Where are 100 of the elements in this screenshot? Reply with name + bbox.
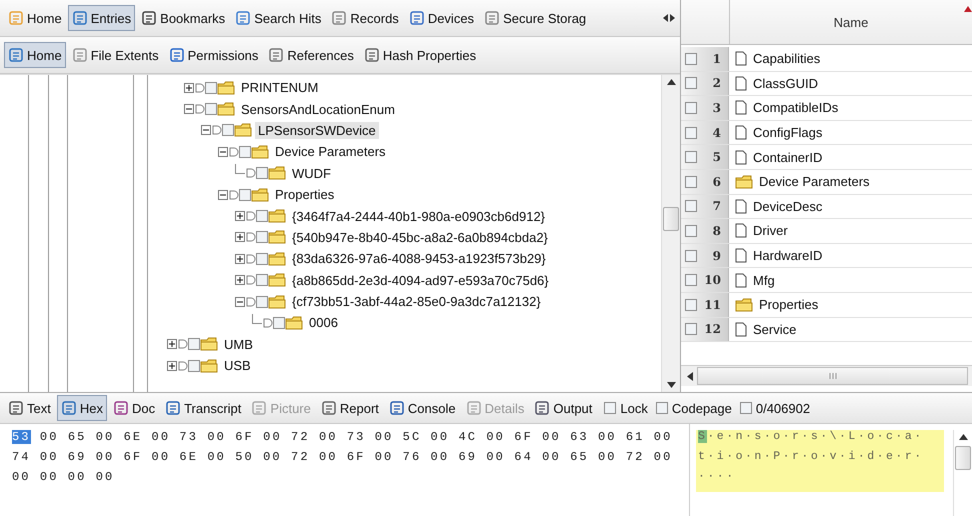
checkbox[interactable] — [685, 323, 697, 336]
checkbox[interactable] — [239, 146, 251, 158]
view-tab[interactable]: Text — [4, 395, 55, 421]
expand-icon[interactable] — [235, 211, 245, 222]
tree-item[interactable]: {83da6326-97a6-4088-9453-a1923f573b29} — [289, 250, 549, 268]
checkbox[interactable] — [239, 188, 251, 201]
checkbox[interactable] — [205, 82, 217, 94]
checkbox[interactable] — [685, 77, 697, 90]
main-tab[interactable]: Records — [327, 5, 403, 31]
checkbox[interactable] — [256, 296, 268, 308]
entry-name[interactable]: Driver — [753, 223, 788, 238]
collapse-icon[interactable] — [218, 146, 228, 157]
entry-name[interactable]: Capabilities — [753, 51, 820, 66]
entry-name[interactable]: DeviceDesc — [753, 198, 822, 214]
checkbox[interactable] — [685, 151, 697, 164]
scroll-left-icon[interactable] — [687, 372, 693, 380]
entry-name[interactable]: Service — [753, 322, 796, 337]
entry-name[interactable]: CompatibleIDs — [753, 100, 838, 116]
checkbox[interactable] — [656, 402, 668, 414]
checkbox[interactable] — [685, 176, 697, 188]
tree-item[interactable]: 0006 — [306, 314, 341, 332]
scroll-thumb[interactable] — [955, 446, 971, 470]
expand-icon[interactable] — [167, 360, 177, 371]
sub-tab[interactable]: Permissions — [164, 42, 262, 68]
checkbox[interactable] — [604, 402, 616, 414]
node-icon — [246, 275, 256, 286]
entry-name[interactable]: ConfigFlags — [753, 125, 822, 140]
checkbox[interactable] — [685, 52, 697, 65]
entry-name[interactable]: Properties — [759, 297, 818, 312]
entry-name[interactable]: ContainerID — [753, 150, 822, 165]
scroll-up-icon[interactable] — [666, 79, 676, 85]
expand-icon[interactable] — [235, 275, 245, 286]
tree-item[interactable]: {3464f7a4-2444-40b1-980a-e0903cb6d912} — [289, 208, 548, 225]
view-tab[interactable]: Output — [530, 395, 596, 421]
checkbox[interactable] — [685, 126, 697, 139]
scroll-up-icon[interactable] — [958, 434, 968, 440]
checkbox[interactable] — [256, 167, 268, 180]
checkbox[interactable] — [256, 274, 268, 286]
expand-icon[interactable] — [167, 339, 177, 350]
scroll-arrows-icon[interactable] — [662, 13, 676, 23]
checkbox[interactable] — [685, 102, 697, 114]
tree-item[interactable]: {540b947e-8b40-45bc-a8a2-6a0b894cbda2} — [289, 228, 551, 246]
checkbox[interactable] — [256, 231, 268, 244]
row-number: 7 — [712, 199, 721, 214]
tree-item[interactable]: {cf73bb51-3abf-44a2-85e0-9a3dc7a12132} — [289, 293, 544, 310]
view-tab[interactable]: Report — [316, 395, 383, 421]
sub-tab[interactable]: Hash Properties — [360, 42, 480, 68]
checkbox[interactable] — [685, 224, 697, 237]
tree-item[interactable]: Device Parameters — [272, 143, 389, 160]
checkbox[interactable] — [685, 250, 697, 262]
tree-item[interactable]: LPSensorSWDevice — [255, 122, 379, 139]
scroll-thumb[interactable] — [663, 206, 679, 230]
collapse-icon[interactable] — [201, 125, 211, 136]
file-icon — [735, 322, 747, 337]
entry-name[interactable]: Mfg — [753, 272, 775, 288]
scroll-down-icon[interactable] — [666, 382, 676, 388]
expand-icon[interactable] — [235, 254, 245, 264]
main-tab[interactable]: Entries — [68, 5, 136, 31]
tree-item[interactable]: UMB — [221, 336, 256, 353]
collapse-icon[interactable] — [218, 190, 228, 200]
folder-icon — [735, 174, 753, 189]
view-tab[interactable]: Hex — [56, 395, 107, 421]
main-tab[interactable]: Search Hits — [231, 5, 326, 31]
checkbox[interactable] — [222, 124, 234, 136]
entry-name[interactable]: Device Parameters — [759, 174, 870, 190]
checkbox[interactable] — [188, 360, 200, 372]
checkbox[interactable] — [685, 274, 697, 286]
collapse-icon[interactable] — [184, 104, 194, 114]
view-tab[interactable]: Transcript — [161, 395, 246, 421]
view-tab[interactable]: Console — [384, 395, 460, 421]
sub-tab[interactable]: References — [264, 42, 358, 68]
checkbox[interactable] — [740, 402, 752, 414]
tree-item[interactable]: {a8b865dd-2e3d-4094-ad97-e593a70c75d6} — [289, 272, 552, 289]
main-tab[interactable]: Bookmarks — [137, 5, 230, 31]
checkbox[interactable] — [256, 210, 268, 222]
tree-item[interactable]: WUDF — [289, 164, 334, 182]
sub-tab[interactable]: Home — [4, 42, 66, 68]
checkbox[interactable] — [273, 316, 285, 329]
tree-item[interactable]: USB — [221, 357, 254, 374]
main-tab[interactable]: Home — [4, 5, 66, 31]
tree-item[interactable]: PRINTENUM — [238, 79, 322, 96]
scroll-thumb[interactable] — [697, 367, 968, 385]
main-tab[interactable]: Devices — [404, 5, 478, 31]
entry-name[interactable]: ClassGUID — [753, 76, 818, 91]
main-tab[interactable]: Secure Storag — [480, 5, 590, 31]
checkbox[interactable] — [256, 252, 268, 265]
expand-icon[interactable] — [184, 82, 194, 93]
checkbox[interactable] — [685, 298, 697, 311]
file-icon — [735, 51, 747, 66]
sub-tab[interactable]: File Extents — [68, 42, 163, 68]
tree-item[interactable]: SensorsAndLocationEnum — [238, 100, 398, 118]
tree-item[interactable]: Properties — [272, 186, 338, 204]
checkbox[interactable] — [188, 338, 200, 350]
entry-name[interactable]: HardwareID — [753, 248, 822, 264]
checkbox[interactable] — [205, 103, 217, 116]
expand-icon[interactable] — [235, 232, 245, 242]
file-icon — [735, 223, 747, 238]
collapse-icon[interactable] — [235, 296, 245, 307]
view-tab[interactable]: Doc — [108, 395, 160, 421]
checkbox[interactable] — [685, 200, 697, 212]
